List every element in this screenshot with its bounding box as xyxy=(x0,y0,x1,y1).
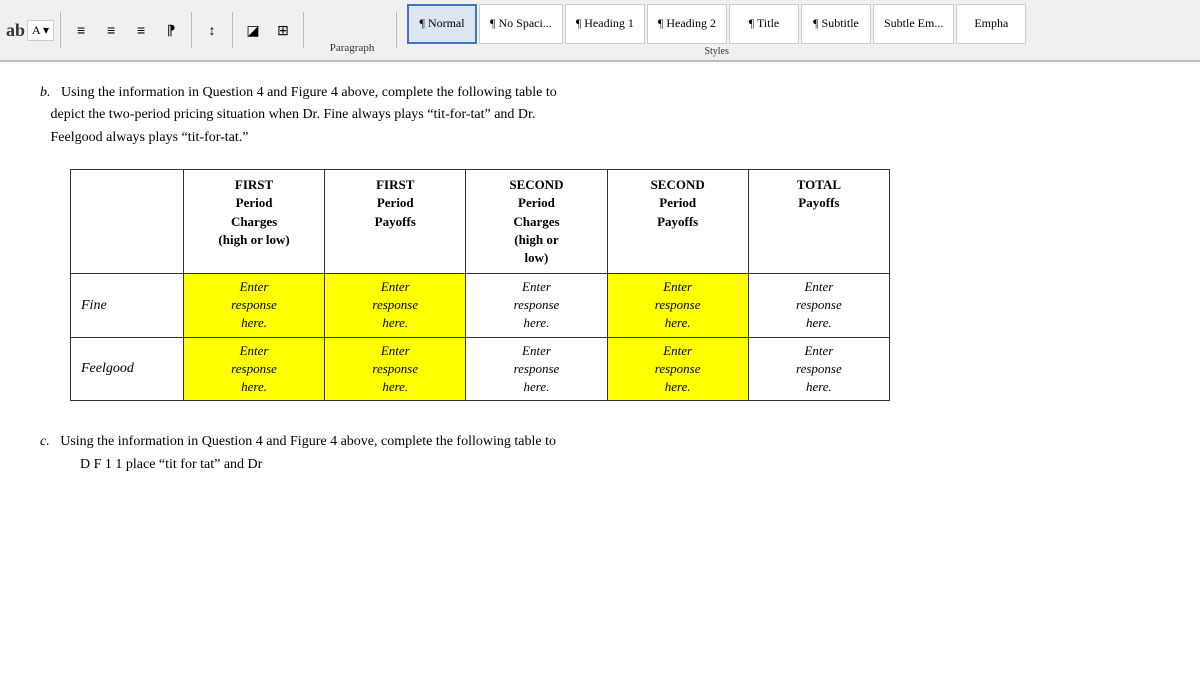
fine-col2[interactable]: Enterresponsehere. xyxy=(325,274,466,338)
question-b: b. Using the information in Question 4 a… xyxy=(40,82,1160,149)
header-second-period-payoffs: SECONDPeriodPayoffs xyxy=(607,170,748,274)
ab-icon: ab xyxy=(6,20,25,41)
question-c: c. Using the information in Question 4 a… xyxy=(40,431,1160,476)
style-heading1[interactable]: ¶ Heading 1 xyxy=(565,4,645,44)
style-heading2[interactable]: ¶ Heading 2 xyxy=(647,4,727,44)
feelgood-col1[interactable]: Enterresponsehere. xyxy=(183,337,324,401)
align-left-icon[interactable]: ≡ xyxy=(67,16,95,44)
feelgood-label: Feelgood xyxy=(71,337,184,401)
payoff-table: FIRSTPeriodCharges(high or low) FIRSTPer… xyxy=(70,169,890,401)
question-b-line1: Using the information in Question 4 and … xyxy=(61,85,557,100)
align-center-icon[interactable]: ≡ xyxy=(97,16,125,44)
header-second-period-charges: SECONDPeriodCharges(high orlow) xyxy=(466,170,607,274)
divider4 xyxy=(303,12,304,48)
style-heading2-label: ¶ Heading 2 xyxy=(658,16,716,31)
fine-col1[interactable]: Enterresponsehere. xyxy=(183,274,324,338)
style-empha-label: Empha xyxy=(974,16,1008,31)
align-right-icon[interactable]: ≡ xyxy=(127,16,155,44)
fine-col5[interactable]: Enterresponsehere. xyxy=(748,274,889,338)
feelgood-row: Feelgood Enterresponsehere. Enterrespons… xyxy=(71,337,890,401)
header-first-period-payoffs: FIRSTPeriodPayoffs xyxy=(325,170,466,274)
fine-col4[interactable]: Enterresponsehere. xyxy=(607,274,748,338)
header-first-period-charges: FIRSTPeriodCharges(high or low) xyxy=(183,170,324,274)
header-total-payoffs: TOTALPayoffs xyxy=(748,170,889,274)
table-header-row: FIRSTPeriodCharges(high or low) FIRSTPer… xyxy=(71,170,890,274)
question-c-text: Using the information in Question 4 and … xyxy=(60,434,556,449)
fine-row: Fine Enterresponsehere. Enterresponseher… xyxy=(71,274,890,338)
fine-col3[interactable]: Enterresponsehere. xyxy=(466,274,607,338)
style-title-label: ¶ Title xyxy=(749,16,779,31)
style-no-spacing-label: ¶ No Spaci... xyxy=(490,16,552,31)
style-no-spacing[interactable]: ¶ No Spaci... xyxy=(479,4,563,44)
style-subtitle-label: ¶ Subtitle xyxy=(813,16,859,31)
question-b-line2: depict the two-period pricing situation … xyxy=(40,107,535,122)
styles-row: ¶ Normal ¶ No Spaci... ¶ Heading 1 ¶ Hea… xyxy=(407,4,1026,44)
question-c-text2: D F 1 1 place “tit for tat” and Dr xyxy=(80,457,262,472)
feelgood-col4[interactable]: Enterresponsehere. xyxy=(607,337,748,401)
styles-area: ¶ Normal ¶ No Spaci... ¶ Heading 1 ¶ Hea… xyxy=(407,4,1026,57)
divider5 xyxy=(396,12,397,48)
feelgood-col2[interactable]: Enterresponsehere. xyxy=(325,337,466,401)
font-dropdown[interactable]: A ▾ xyxy=(27,20,54,41)
question-b-label: b. xyxy=(40,85,58,100)
shading-icon[interactable]: ◪ xyxy=(239,16,267,44)
divider3 xyxy=(232,12,233,48)
numbering-icon[interactable]: ⁋ xyxy=(157,16,185,44)
feelgood-col3[interactable]: Enterresponsehere. xyxy=(466,337,607,401)
style-normal[interactable]: ¶ Normal xyxy=(407,4,477,44)
header-second-period-charges-text: SECONDPeriodCharges(high orlow) xyxy=(509,177,563,265)
style-subtle-em[interactable]: Subtle Em... xyxy=(873,4,954,44)
header-second-period-payoffs-text: SECONDPeriodPayoffs xyxy=(651,177,705,228)
fine-label: Fine xyxy=(71,274,184,338)
sort-icon[interactable]: ↕ xyxy=(198,16,226,44)
header-first-period-charges-text: FIRSTPeriodCharges(high or low) xyxy=(218,177,289,247)
style-subtle-em-label: Subtle Em... xyxy=(884,16,943,31)
style-subtitle[interactable]: ¶ Subtitle xyxy=(801,4,871,44)
toolbar-left-icons: ab A ▾ ≡ ≡ ≡ ⁋ ↕ ◪ ⊞ xyxy=(6,12,308,48)
divider1 xyxy=(60,12,61,48)
paragraph-label: Paragraph xyxy=(330,42,375,54)
style-normal-label: ¶ Normal xyxy=(420,16,465,31)
feelgood-col5[interactable]: Enterresponsehere. xyxy=(748,337,889,401)
style-title[interactable]: ¶ Title xyxy=(729,4,799,44)
styles-bottom-label: Styles xyxy=(407,46,1026,57)
question-b-line3: Feelgood always plays “tit-for-tat.” xyxy=(40,130,249,145)
style-heading1-label: ¶ Heading 1 xyxy=(576,16,634,31)
borders-icon[interactable]: ⊞ xyxy=(269,16,297,44)
document-area: b. Using the information in Question 4 a… xyxy=(0,62,1200,496)
paragraph-section: Paragraph xyxy=(312,6,392,54)
header-first-period-payoffs-text: FIRSTPeriodPayoffs xyxy=(375,177,416,228)
question-c-label: c. xyxy=(40,434,57,449)
header-total-payoffs-text: TOTALPayoffs xyxy=(797,177,841,210)
header-empty xyxy=(71,170,184,274)
style-empha[interactable]: Empha xyxy=(956,4,1026,44)
toolbar: ab A ▾ ≡ ≡ ≡ ⁋ ↕ ◪ ⊞ Paragraph ¶ Normal … xyxy=(0,0,1200,62)
divider2 xyxy=(191,12,192,48)
